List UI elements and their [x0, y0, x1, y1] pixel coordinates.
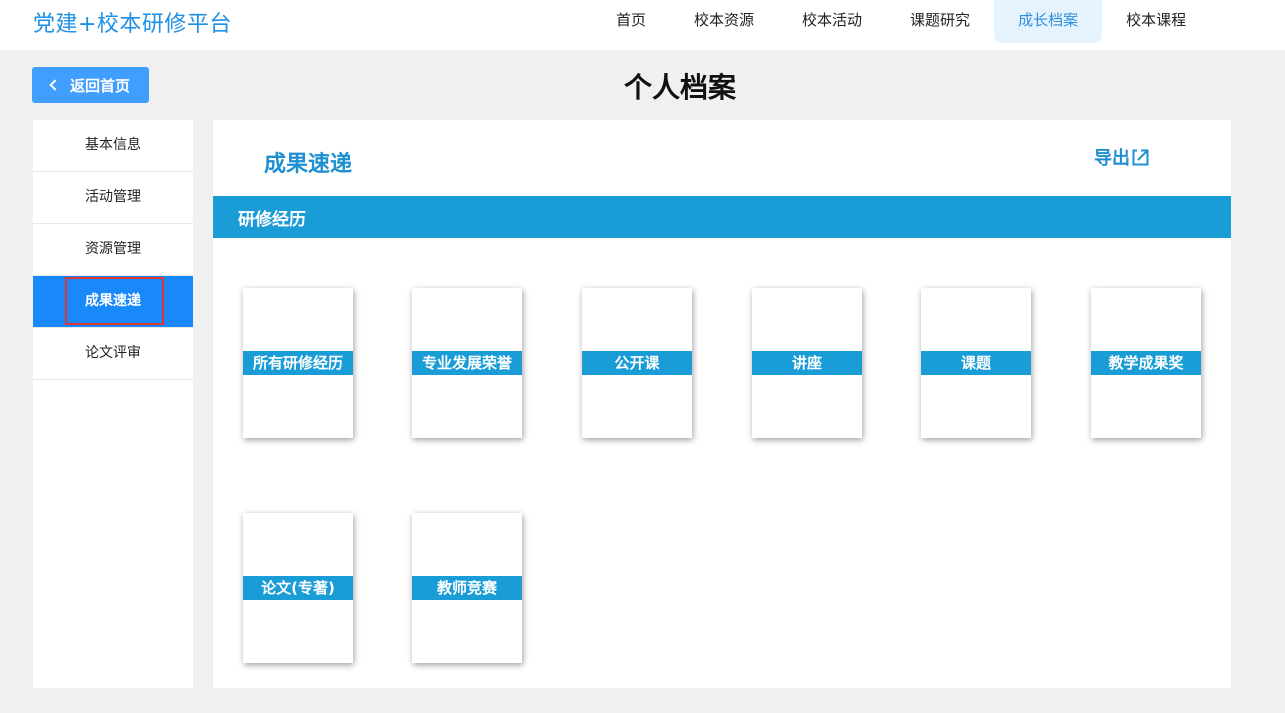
- back-home-button[interactable]: 返回首页: [32, 67, 149, 103]
- highlight-outline: [65, 277, 164, 325]
- card-teaching-award[interactable]: 教学成果奖: [1091, 288, 1201, 438]
- card-label: 教师竞赛: [412, 576, 522, 600]
- sidebar-item-achievements[interactable]: 成果速递: [33, 276, 193, 328]
- page-title: 个人档案: [623, 71, 736, 104]
- card-label: 专业发展荣誉: [412, 351, 522, 375]
- external-link-icon: [1132, 149, 1149, 165]
- main-nav: 首页 校本资源 校本活动 课题研究 成长档案 校本课程: [592, 0, 1210, 43]
- brand-logo-text[interactable]: 党建+校本研修平台: [33, 6, 232, 38]
- sidebar-item-paper-review[interactable]: 论文评审: [33, 328, 193, 380]
- nav-item-research[interactable]: 课题研究: [886, 0, 994, 43]
- card-research-topic[interactable]: 课题: [921, 288, 1031, 438]
- card-open-class[interactable]: 公开课: [582, 288, 692, 438]
- nav-item-school-activities[interactable]: 校本活动: [778, 0, 886, 43]
- top-navbar: 党建+校本研修平台 首页 校本资源 校本活动 课题研究 成长档案 校本课程: [0, 0, 1285, 50]
- card-label: 公开课: [582, 351, 692, 375]
- sidebar-item-activity-management[interactable]: 活动管理: [33, 172, 193, 224]
- card-lecture[interactable]: 讲座: [752, 288, 862, 438]
- export-label: 导出: [1094, 148, 1130, 169]
- sidebar-item-basic-info[interactable]: 基本信息: [33, 120, 193, 172]
- nav-item-growth-archive[interactable]: 成长档案: [994, 0, 1103, 43]
- sidebar: 基本信息 活动管理 资源管理 成果速递 论文评审: [33, 120, 193, 688]
- back-home-label: 返回首页: [69, 76, 130, 95]
- card-label: 课题: [921, 351, 1031, 375]
- nav-item-home[interactable]: 首页: [592, 0, 670, 43]
- nav-item-school-resources[interactable]: 校本资源: [670, 0, 778, 43]
- export-button[interactable]: 导出: [1094, 144, 1149, 170]
- card-label: 所有研修经历: [243, 351, 353, 375]
- card-label: 论文(专著): [243, 576, 353, 600]
- card-label: 教学成果奖: [1091, 351, 1201, 375]
- sidebar-item-resource-management[interactable]: 资源管理: [33, 224, 193, 276]
- nav-item-school-courses[interactable]: 校本课程: [1102, 0, 1210, 43]
- card-teacher-competition[interactable]: 教师竞赛: [412, 513, 522, 663]
- card-professional-honors[interactable]: 专业发展荣誉: [412, 288, 522, 438]
- category-bar-label: 研修经历: [238, 210, 306, 230]
- chevron-left-icon: [49, 79, 61, 91]
- card-label: 讲座: [752, 351, 862, 375]
- category-bar: 研修经历: [213, 196, 1231, 238]
- main-content: 成果速递 导出 研修经历 所有研修经历 专业发展荣誉 公开课 讲座 课题 教学成…: [213, 120, 1231, 688]
- section-title: 成果速递: [264, 152, 353, 177]
- card-all-training[interactable]: 所有研修经历: [243, 288, 353, 438]
- card-papers[interactable]: 论文(专著): [243, 513, 353, 663]
